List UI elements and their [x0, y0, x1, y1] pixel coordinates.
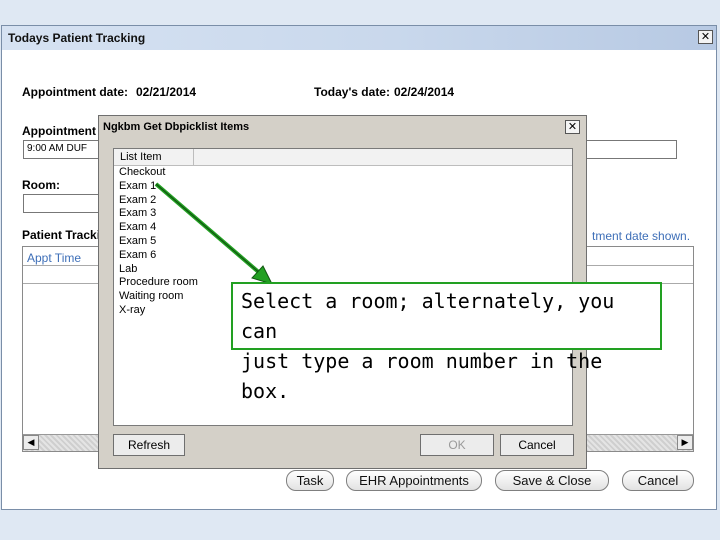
callout-arrow-core — [155, 183, 263, 276]
callout-line-2: just type a room number in the box. — [241, 349, 603, 403]
callout-line-1: Select a room; alternately, you can — [241, 289, 615, 343]
instruction-callout: Select a room; alternately, you can just… — [231, 282, 662, 403]
callout-arrow — [154, 182, 273, 285]
